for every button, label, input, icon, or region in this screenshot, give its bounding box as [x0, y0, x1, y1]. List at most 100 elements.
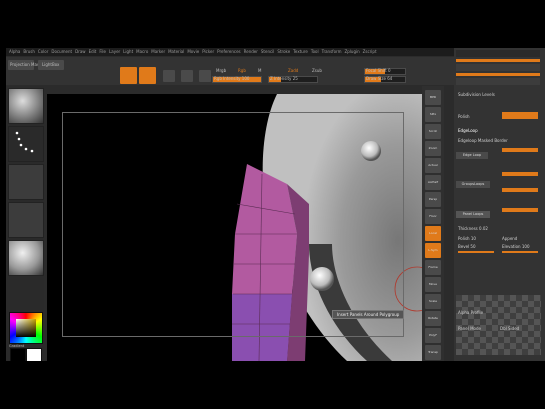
- alpha-thumbnail[interactable]: [8, 164, 44, 200]
- mrgb-label[interactable]: Mrgb: [216, 68, 226, 73]
- right-shelf: BPR SPix Scroll Zoom Actual AAHalf Persp Floor L…: [422, 86, 444, 361]
- tool-frame-button[interactable]: Frame: [425, 260, 441, 275]
- groupsloops-slider-1[interactable]: [502, 172, 538, 176]
- draw-size-label: Draw Size 64: [366, 76, 393, 81]
- panel-mode-label[interactable]: Panel Mode: [458, 326, 481, 331]
- menu-item[interactable]: Marker: [151, 49, 165, 54]
- document-frame: [62, 112, 404, 337]
- menu-item[interactable]: Preferences: [217, 49, 241, 54]
- polish-label: Polish: [458, 114, 470, 119]
- tool-move-button[interactable]: Move: [425, 277, 441, 292]
- color-picker[interactable]: [9, 312, 43, 344]
- edgeloop-slider[interactable]: [502, 148, 538, 152]
- main-color-swatch[interactable]: [10, 348, 26, 361]
- menu-item[interactable]: Stroke: [277, 49, 290, 54]
- polish-value-label: Polish 10: [458, 236, 476, 241]
- menu-item[interactable]: Edit: [89, 49, 97, 54]
- tray-header: [456, 50, 540, 57]
- menu-item[interactable]: Texture: [293, 49, 308, 54]
- panel-loops-slider[interactable]: [502, 208, 538, 212]
- zsub-label[interactable]: Zsub: [312, 68, 322, 73]
- edgeloop-masked-label[interactable]: Edgeloop Masked Border: [458, 138, 508, 143]
- panel-loops-button[interactable]: Panel Loops: [456, 211, 490, 218]
- menu-item[interactable]: Document: [51, 49, 72, 54]
- right-tray: Subdivision Levels Polish EdgeLoop Edgel…: [454, 48, 545, 361]
- tool-scroll-button[interactable]: Scroll: [425, 124, 441, 139]
- dbl-sided-label[interactable]: Dbl Sided: [500, 326, 519, 331]
- color-field[interactable]: [16, 319, 36, 337]
- rotate-button[interactable]: [199, 70, 211, 82]
- elevation-slider[interactable]: [502, 251, 538, 253]
- canvas-viewport[interactable]: Insert Panels Around Polygroup: [47, 94, 422, 361]
- menu-item[interactable]: Macro: [136, 49, 148, 54]
- menu-item[interactable]: Zplugin: [345, 49, 360, 54]
- stroke-thumbnail[interactable]: [8, 126, 44, 162]
- tool-bpr-button[interactable]: BPR: [425, 90, 441, 105]
- groupsloops-slider-2[interactable]: [502, 188, 538, 192]
- tool-l-sym-button[interactable]: L.Sym: [425, 243, 441, 258]
- menu-item[interactable]: Brush: [23, 49, 35, 54]
- edit-button[interactable]: [120, 67, 137, 84]
- tray-orange-bar-2: [456, 73, 540, 76]
- menu-item[interactable]: Movie: [187, 49, 199, 54]
- tool-spix-button[interactable]: SPix: [425, 107, 441, 122]
- menu-item[interactable]: Stencil: [261, 49, 275, 54]
- dots-stroke-icon: [15, 131, 34, 153]
- scale-button[interactable]: [181, 70, 193, 82]
- bevel-label: Bevel 50: [458, 244, 476, 249]
- material-thumbnail[interactable]: [8, 88, 44, 124]
- tool-persp-button[interactable]: Persp: [425, 192, 441, 207]
- menu-item[interactable]: Render: [244, 49, 258, 54]
- edgeloop-title: EdgeLoop: [458, 128, 478, 133]
- append-label[interactable]: Append: [502, 236, 517, 241]
- panel-loops-label: Panel Loops: [462, 212, 484, 216]
- tool-polyf-button[interactable]: PolyF: [425, 328, 441, 343]
- texture-thumbnail[interactable]: [8, 202, 44, 238]
- left-shelf: Gradient: [6, 86, 44, 361]
- tool-actual-button[interactable]: Actual: [425, 158, 441, 173]
- groupsloops-label: GroupsLoops: [461, 182, 485, 186]
- draw-button[interactable]: [139, 67, 156, 84]
- menu-item[interactable]: Material: [168, 49, 184, 54]
- lightbox-label: LightBox: [42, 62, 60, 67]
- tool-local-button[interactable]: Local: [425, 226, 441, 241]
- bevel-slider[interactable]: [458, 251, 494, 253]
- menu-item[interactable]: Alpha: [9, 49, 20, 54]
- move-button[interactable]: [163, 70, 175, 82]
- tooltip: Insert Panels Around Polygroup: [332, 310, 405, 319]
- focal-shift-label: Focal Shift 0: [366, 68, 391, 73]
- menu-item[interactable]: Tool: [311, 49, 319, 54]
- z-intensity-label: Z Intensity 25: [270, 76, 298, 81]
- tool-zoom-button[interactable]: Zoom: [425, 141, 441, 156]
- menu-item[interactable]: Color: [38, 49, 48, 54]
- tool-floor-button[interactable]: Floor: [425, 209, 441, 224]
- edge-loop-button[interactable]: Edge Loop: [456, 152, 488, 159]
- top-toolbar: Projection Master LightBox Mrgb Rgb M Za…: [6, 57, 456, 85]
- tool-rotate-button[interactable]: Rotate: [425, 311, 441, 326]
- thickness-label: Thickness 0.02: [458, 226, 488, 231]
- menu-item[interactable]: File: [99, 49, 106, 54]
- tool-aahalf-button[interactable]: AAHalf: [425, 175, 441, 190]
- menu-item[interactable]: Transform: [322, 49, 342, 54]
- tool-transp-button[interactable]: Transp: [425, 345, 441, 360]
- tray-subtool-slot[interactable]: [456, 64, 540, 71]
- alpha-profile-curve[interactable]: [456, 295, 541, 355]
- edge-loop-label: Edge Loop: [462, 153, 482, 157]
- matcap-thumbnail[interactable]: [8, 240, 44, 276]
- menu-item[interactable]: Picker: [202, 49, 214, 54]
- menu-item[interactable]: Draw: [75, 49, 85, 54]
- secondary-color-swatch[interactable]: [26, 348, 42, 361]
- groupsloops-button[interactable]: GroupsLoops: [456, 181, 490, 188]
- alpha-profile-label: Alpha Profile: [458, 310, 484, 315]
- rgb-intensity-label: Rgb Intensity 100: [214, 76, 250, 81]
- menu-item[interactable]: Zscript: [363, 49, 377, 54]
- m-label[interactable]: M: [258, 68, 261, 73]
- tool-scale-button[interactable]: Scale: [425, 294, 441, 309]
- menu-item[interactable]: Light: [123, 49, 133, 54]
- elevation-label: Elevation 100: [502, 244, 530, 249]
- rgb-label[interactable]: Rgb: [238, 68, 246, 73]
- zadd-label[interactable]: Zadd: [288, 68, 298, 73]
- menu-item[interactable]: Layer: [109, 49, 120, 54]
- tray-subtool-slot-2[interactable]: [456, 78, 540, 85]
- polish-slider[interactable]: [502, 112, 538, 119]
